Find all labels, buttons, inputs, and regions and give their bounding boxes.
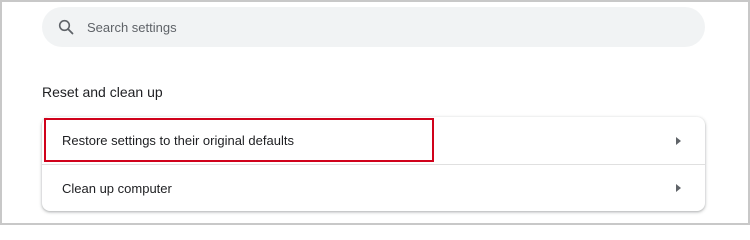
chevron-right-icon	[676, 136, 681, 145]
search-icon	[56, 17, 76, 37]
chevron-right-icon	[676, 184, 681, 192]
restore-defaults-row[interactable]: Restore settings to their original defau…	[42, 117, 705, 164]
reset-settings-card: Restore settings to their original defau…	[42, 117, 705, 211]
restore-defaults-label: Restore settings to their original defau…	[62, 133, 294, 148]
clean-up-computer-row[interactable]: Clean up computer	[42, 164, 705, 211]
search-bar[interactable]	[42, 7, 705, 47]
search-input[interactable]	[87, 19, 647, 35]
section-title: Reset and clean up	[42, 84, 163, 100]
clean-up-computer-label: Clean up computer	[62, 180, 172, 196]
